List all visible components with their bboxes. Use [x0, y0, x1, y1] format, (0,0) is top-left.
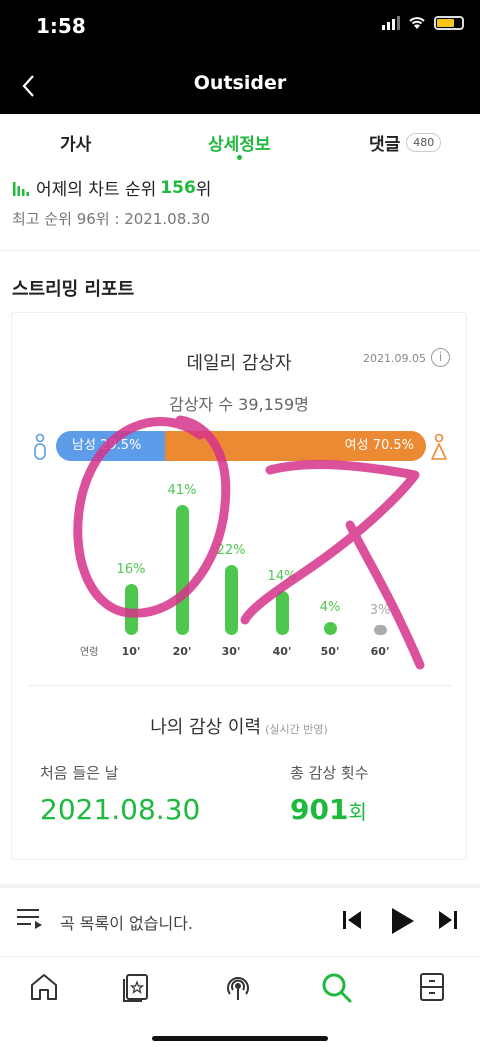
- history-note: (실시간 반영): [265, 723, 328, 736]
- age-bar-value: 16%: [116, 562, 146, 578]
- gender-ratio-bar: 남성 29.5% 여성 70.5%: [56, 431, 426, 461]
- age-bar-label: 50': [320, 645, 340, 658]
- tab-detail[interactable]: 상세정보: [208, 130, 271, 155]
- bottom-tab-bar: [0, 957, 480, 1047]
- age-distribution-chart: 16% 10' 41% 20' 22% 30' 14% 40' 4% 50' 3% 60': [12, 483, 468, 663]
- male-share: 남성 29.5%: [56, 431, 166, 461]
- next-icon[interactable]: [436, 906, 460, 934]
- section-title: 스트리밍 리포트: [12, 279, 135, 300]
- rank-suffix: 위: [195, 180, 212, 200]
- wifi-icon: [409, 17, 425, 29]
- status-bar: 1:58: [0, 0, 480, 58]
- search-tab[interactable]: [318, 969, 354, 1005]
- peak-rank: 최고 순위 96위 : 2021.08.30: [12, 210, 211, 228]
- queue-status: 곡 목록이 없습니다.: [60, 914, 194, 933]
- search-icon: [322, 973, 352, 1003]
- battery-icon: [434, 16, 464, 30]
- tab-lyrics[interactable]: 가사: [60, 130, 91, 155]
- male-icon: [34, 433, 46, 460]
- history-title-text: 나의 감상 이력: [150, 717, 262, 738]
- age-bar: [324, 622, 337, 635]
- age-bar-label: 40': [272, 645, 292, 658]
- report-date: 2021.09.05: [363, 352, 426, 365]
- page-title: Outsider: [193, 72, 287, 94]
- age-bar-value: 22%: [216, 543, 246, 559]
- comment-count-badge: 480: [406, 133, 442, 152]
- age-bar-label: 10': [121, 645, 141, 658]
- home-indicator: [152, 1036, 328, 1041]
- active-tab-indicator: [237, 155, 242, 160]
- home-tab[interactable]: [26, 969, 62, 1005]
- age-bar: [276, 590, 289, 635]
- podcast-icon: [227, 977, 249, 1000]
- home-icon: [31, 974, 57, 1000]
- divider: [28, 685, 452, 686]
- listener-count: 감상자 수 39,159명: [169, 395, 309, 414]
- mini-player: 곡 목록이 없습니다.: [0, 890, 480, 952]
- age-bar: [374, 625, 387, 635]
- tab-comments[interactable]: 댓글 480: [369, 130, 442, 155]
- age-bar: [176, 505, 189, 635]
- chart-rank: 어제의 차트 순위 156 위: [12, 175, 211, 200]
- tab-comments-label: 댓글: [369, 135, 401, 155]
- rank-prefix: 어제의 차트 순위: [36, 180, 157, 200]
- signal-icon: [382, 16, 400, 30]
- age-bar-value: 14%: [267, 568, 297, 584]
- age-bar-value: 4%: [319, 600, 341, 616]
- first-listened-label: 처음 들은 날: [40, 764, 119, 782]
- female-icon: [431, 433, 447, 460]
- age-bar: [125, 584, 138, 635]
- drawer-icon: [420, 973, 444, 1001]
- previous-icon[interactable]: [340, 906, 364, 934]
- play-icon[interactable]: [388, 906, 416, 936]
- status-time: 1:58: [36, 14, 86, 38]
- age-bar-label: 30': [221, 645, 241, 658]
- age-axis-label: 연령: [80, 647, 99, 658]
- age-bar-value: 41%: [167, 483, 197, 498]
- playlist-icon[interactable]: [16, 906, 44, 932]
- total-plays-label: 총 감상 횟수: [290, 764, 369, 782]
- total-plays-unit: 회: [348, 800, 367, 824]
- tab-bar: 가사 상세정보 댓글 480: [0, 114, 480, 168]
- age-bar-label: 20': [172, 645, 192, 658]
- divider: [0, 250, 480, 251]
- radio-tab[interactable]: [220, 969, 256, 1005]
- info-icon[interactable]: i: [431, 348, 450, 367]
- chart-bars-icon: [13, 181, 29, 196]
- rank-value: 156: [160, 177, 196, 198]
- age-bar-value: 3%: [369, 603, 391, 618]
- status-icons: [382, 16, 464, 30]
- history-title: 나의 감상 이력 (실시간 반영): [12, 713, 466, 739]
- library-icon: [123, 974, 148, 1002]
- age-bar-label: 60': [370, 645, 390, 658]
- more-tab[interactable]: [414, 969, 450, 1005]
- divider: [0, 884, 480, 888]
- library-tab[interactable]: [118, 969, 154, 1005]
- total-plays: 901회: [290, 793, 367, 826]
- streaming-report-card: 데일리 감상자 2021.09.05 i 감상자 수 39,159명 남성 29…: [11, 312, 467, 860]
- first-listened-value: 2021.08.30: [40, 793, 201, 826]
- nav-bar: Outsider: [0, 58, 480, 114]
- total-plays-value: 901: [290, 793, 349, 826]
- female-share: 여성 70.5%: [165, 431, 426, 461]
- age-bar: [225, 565, 238, 635]
